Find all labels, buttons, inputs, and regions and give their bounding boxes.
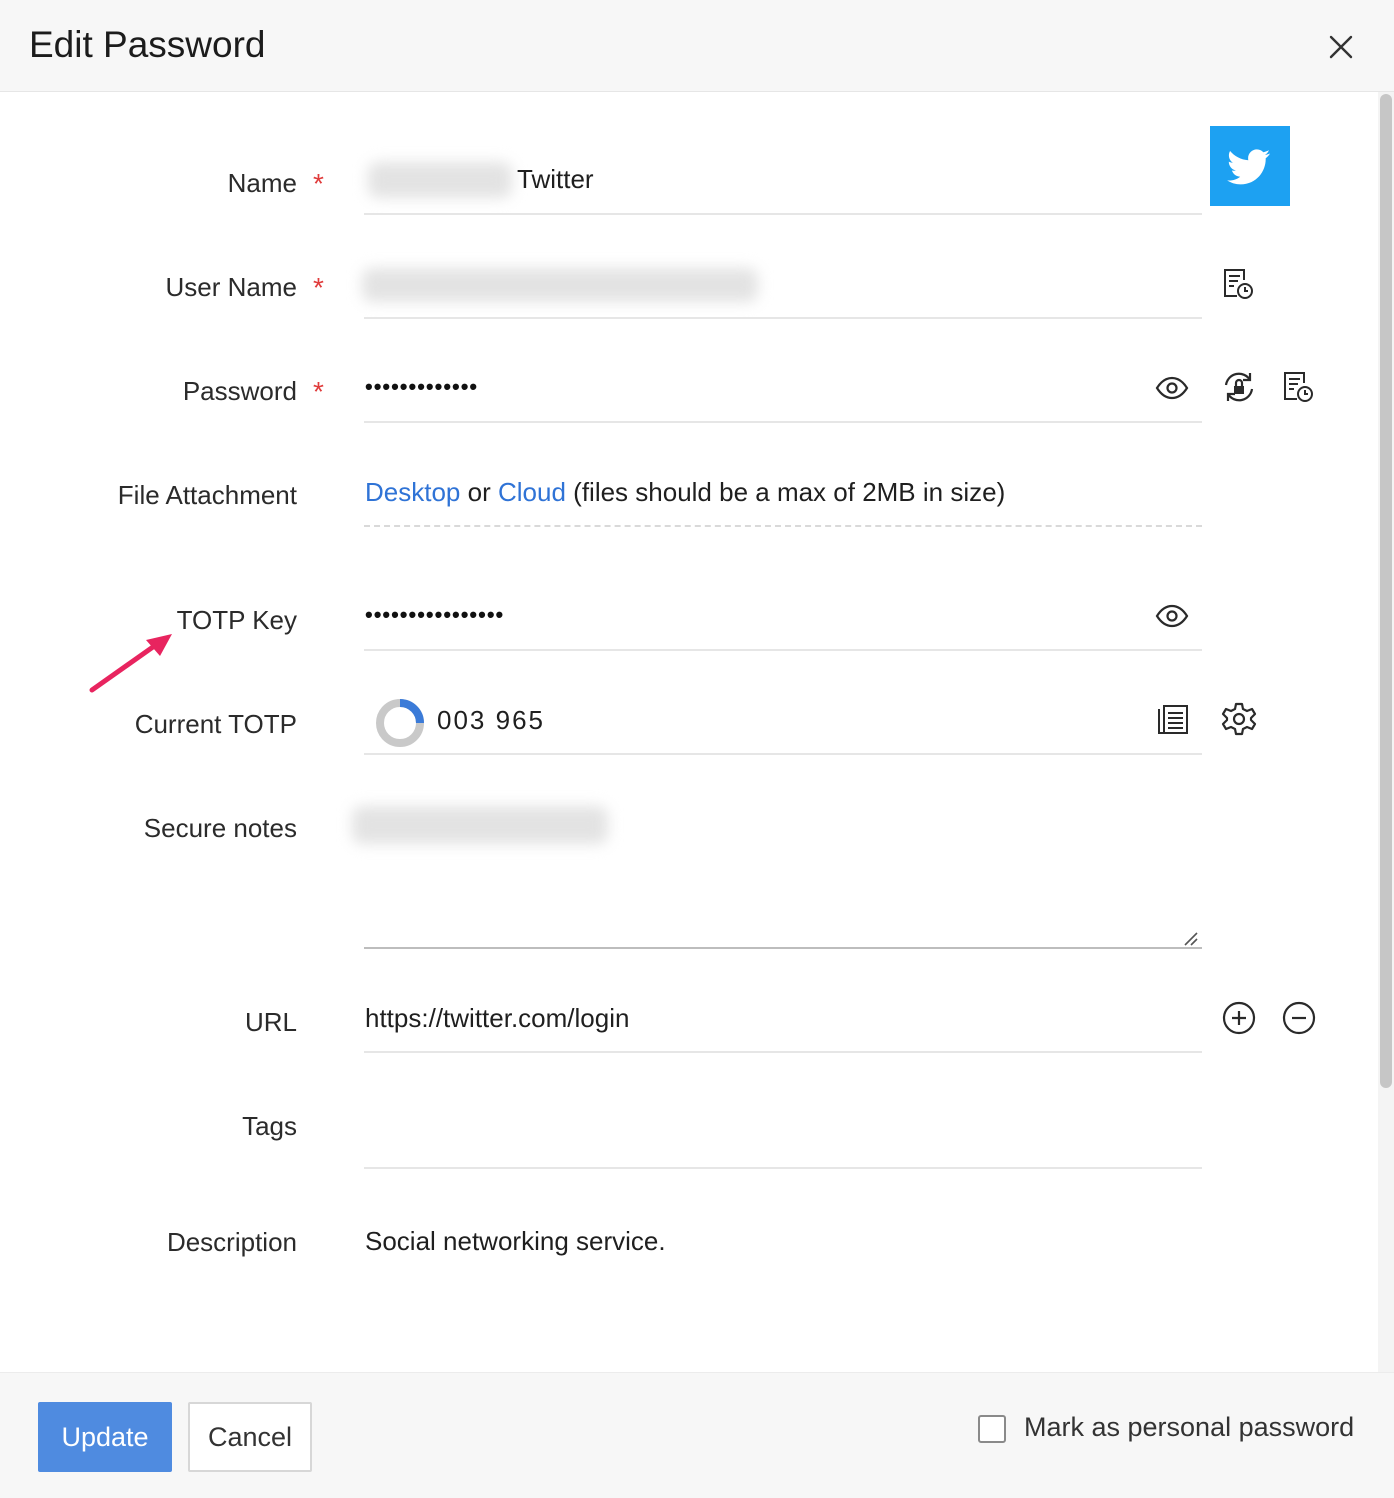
personal-password-label[interactable]: Mark as personal password xyxy=(1024,1412,1354,1443)
current-totp-code: 003 965 xyxy=(437,705,545,735)
name-input[interactable]: Twitter xyxy=(517,164,594,195)
file-size-hint: (files should be a max of 2MB in size) xyxy=(573,477,1006,507)
url-underline xyxy=(364,1051,1202,1053)
totp-key-input[interactable]: •••••••••••••••• xyxy=(365,602,504,628)
name-label: Name xyxy=(227,168,297,198)
username-label: User Name xyxy=(165,272,297,302)
password-label: Password xyxy=(182,376,297,406)
file-attachment-label: File Attachment xyxy=(117,480,297,510)
dialog-header: Edit Password xyxy=(0,0,1394,92)
update-button[interactable]: Update xyxy=(38,1402,172,1472)
secure-notes-label: Secure notes xyxy=(143,813,297,843)
username-input-redacted[interactable] xyxy=(362,268,758,302)
password-underline xyxy=(364,421,1202,423)
required-mark: * xyxy=(313,272,324,303)
gear-icon[interactable] xyxy=(1221,701,1257,737)
desktop-link[interactable]: Desktop xyxy=(365,477,460,507)
totp-timer-ring xyxy=(376,699,424,747)
cancel-button[interactable]: Cancel xyxy=(188,1402,312,1472)
description-label: Description xyxy=(166,1227,297,1257)
scrollbar-thumb[interactable] xyxy=(1380,94,1392,1088)
cloud-link[interactable]: Cloud xyxy=(498,477,566,507)
secure-notes-redacted xyxy=(352,806,608,844)
eye-icon[interactable] xyxy=(1154,370,1190,406)
eye-icon[interactable] xyxy=(1154,598,1190,634)
required-mark: * xyxy=(313,376,324,407)
resize-handle-icon[interactable] xyxy=(1182,930,1198,946)
dialog-title: Edit Password xyxy=(29,24,266,65)
totp-key-label: TOTP Key xyxy=(176,605,297,635)
password-input[interactable]: ••••••••••••• xyxy=(365,374,478,400)
url-input[interactable]: https://twitter.com/login xyxy=(365,1003,629,1034)
annotation-arrow xyxy=(89,634,172,693)
totp-key-underline xyxy=(364,649,1202,651)
close-icon[interactable] xyxy=(1322,28,1360,66)
username-underline xyxy=(364,317,1202,319)
or-text: or xyxy=(467,477,491,507)
personal-password-checkbox[interactable] xyxy=(978,1415,1006,1443)
password-history-icon[interactable] xyxy=(1221,266,1257,302)
name-underline xyxy=(364,213,1202,215)
current-totp-underline xyxy=(364,753,1202,755)
current-totp-label: Current TOTP xyxy=(134,709,297,739)
minus-circle-icon[interactable] xyxy=(1281,1000,1317,1036)
secure-notes-textarea[interactable] xyxy=(364,947,1202,949)
plus-circle-icon[interactable] xyxy=(1221,1000,1257,1036)
reset-password-icon[interactable] xyxy=(1221,369,1257,405)
scrollbar[interactable] xyxy=(1378,92,1394,1372)
file-attachment-row: Desktop or Cloud (files should be a max … xyxy=(365,477,1005,508)
password-history-icon[interactable] xyxy=(1281,369,1317,405)
name-prefix-redacted xyxy=(368,162,512,198)
required-mark: * xyxy=(313,168,324,199)
tags-underline xyxy=(364,1167,1202,1169)
description-input[interactable]: Social networking service. xyxy=(365,1226,666,1257)
copy-icon[interactable] xyxy=(1155,703,1191,739)
file-attachment-dropzone[interactable] xyxy=(364,525,1202,527)
tags-label: Tags xyxy=(242,1111,297,1141)
url-label: URL xyxy=(244,1007,297,1037)
twitter-logo-icon[interactable] xyxy=(1210,126,1290,206)
